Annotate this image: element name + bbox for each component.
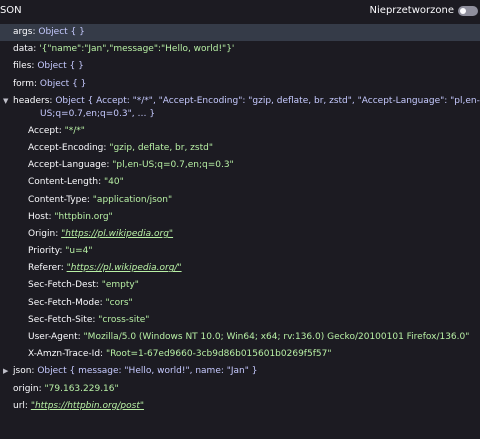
collapsed-triangle-icon[interactable]: ▶ <box>3 363 8 380</box>
json-key: json <box>13 366 32 377</box>
json-row-sec-fetch-mode[interactable]: Sec-Fetch-Mode: "cors" <box>0 295 480 312</box>
json-value: "Root=1-67ed9660-3cb9d86b015601b0269f5f5… <box>105 349 332 360</box>
json-value: "40" <box>104 177 124 188</box>
json-row-url[interactable]: url: "https://httpbin.org/post" <box>0 398 480 415</box>
json-key: Priority <box>28 246 60 257</box>
json-value: '{"name":"Jan","message":"Hello, world!"… <box>39 44 235 55</box>
expanded-triangle-icon[interactable]: ▼ <box>3 95 8 108</box>
json-value: "application/json" <box>92 194 173 205</box>
json-value: "Mozilla/5.0 (Windows NT 10.0; Win64; x6… <box>83 332 470 342</box>
json-key: Sec-Fetch-Mode <box>28 297 100 308</box>
json-key: headers <box>13 95 50 106</box>
json-row-trace-id[interactable]: X-Amzn-Trace-Id: "Root=1-67ed9660-3cb9d8… <box>0 346 480 363</box>
json-row-json[interactable]: ▶ json: Object { message: "Hello, world!… <box>0 363 480 380</box>
json-row-accept[interactable]: Accept: "*/*" <box>0 123 480 140</box>
raw-toggle-switch[interactable] <box>458 6 478 16</box>
json-value: Object { } <box>37 61 84 72</box>
json-row-accept-encoding[interactable]: Accept-Encoding: "gzip, deflate, br, zst… <box>0 140 480 157</box>
json-key: Referer <box>28 263 61 274</box>
json-key: origin <box>13 383 39 394</box>
json-row-form[interactable]: form: Object { } <box>0 76 480 93</box>
json-value: "pl,en-US;q=0.7,en;q=0.3" <box>112 160 234 171</box>
json-value: Object { } <box>38 27 85 37</box>
json-value-continued: US;q=0.7,en;q=0.3", … } <box>40 108 156 119</box>
json-row-origin[interactable]: origin: "79.163.229.16" <box>0 381 480 398</box>
json-value: "u=4" <box>65 246 93 257</box>
json-value: "cors" <box>105 297 133 308</box>
json-key: Accept-Language <box>28 160 107 171</box>
json-row-host[interactable]: Host: "httpbin.org" <box>0 209 480 226</box>
json-url-link[interactable]: "https://httpbin.org/post" <box>31 401 144 411</box>
json-key: Accept <box>28 125 59 136</box>
json-key: Accept-Encoding <box>28 142 104 153</box>
json-row-priority[interactable]: Priority: "u=4" <box>0 243 480 260</box>
json-key: X-Amzn-Trace-Id <box>28 349 101 360</box>
json-url-link[interactable]: "https://pl.wikipedia.org/" <box>67 263 182 273</box>
json-row-sec-fetch-dest[interactable]: Sec-Fetch-Dest: "empty" <box>0 277 480 294</box>
json-value: "httpbin.org" <box>54 211 113 222</box>
json-key: data <box>13 44 34 55</box>
json-row-files[interactable]: files: Object { } <box>0 58 480 75</box>
raw-toggle-label: Nieprzetworzone <box>369 5 454 16</box>
json-key: files <box>13 61 32 72</box>
json-viewer-toolbar: JSON Nieprzetworzone <box>0 0 480 24</box>
json-row-content-type[interactable]: Content-Type: "application/json" <box>0 192 480 209</box>
json-value: "cross-site" <box>98 314 150 325</box>
json-key: Content-Type <box>28 194 87 205</box>
json-tree: args: Object { } data: '{"name":"Jan","m… <box>0 24 480 415</box>
json-value: Object { } <box>39 78 87 89</box>
json-value: "*/*" <box>64 125 85 136</box>
json-value: Object { Accept: "*/*", "Accept-Encoding… <box>55 95 480 106</box>
json-row-referer[interactable]: Referer: "https://pl.wikipedia.org/" <box>0 260 480 277</box>
json-value: "79.163.229.16" <box>44 383 119 394</box>
json-key: form <box>13 78 34 89</box>
json-row-content-length[interactable]: Content-Length: "40" <box>0 174 480 191</box>
json-key: Sec-Fetch-Dest <box>28 280 96 291</box>
json-row-data[interactable]: data: '{"name":"Jan","message":"Hello, w… <box>0 41 480 58</box>
json-key: Origin <box>28 228 56 239</box>
json-row-sec-fetch-site[interactable]: Sec-Fetch-Site: "cross-site" <box>0 312 480 329</box>
json-key: args <box>13 27 33 37</box>
json-key: Sec-Fetch-Site <box>28 314 93 325</box>
json-row-headers[interactable]: ▼ headers: Object { Accept: "*/*", "Acce… <box>0 93 480 123</box>
json-row-accept-language[interactable]: Accept-Language: "pl,en-US;q=0.7,en;q=0.… <box>0 157 480 174</box>
json-value: "empty" <box>101 280 139 291</box>
json-key: Content-Length <box>28 177 99 188</box>
json-key: Host <box>28 211 49 222</box>
json-value: "gzip, deflate, br, zstd" <box>109 142 213 153</box>
json-row-user-agent[interactable]: User-Agent: "Mozilla/5.0 (Windows NT 10.… <box>0 329 480 346</box>
toggle-knob <box>460 8 466 14</box>
json-url-link[interactable]: "https://pl.wikipedia.org" <box>61 229 173 239</box>
json-key: User-Agent <box>28 332 78 342</box>
json-tab-title[interactable]: JSON <box>0 5 22 16</box>
json-row-origin-header[interactable]: Origin: "https://pl.wikipedia.org" <box>0 226 480 243</box>
json-key: url <box>13 400 25 411</box>
json-value: Object { message: "Hello, world!", name:… <box>37 366 258 377</box>
json-row-args[interactable]: args: Object { } <box>0 24 480 42</box>
